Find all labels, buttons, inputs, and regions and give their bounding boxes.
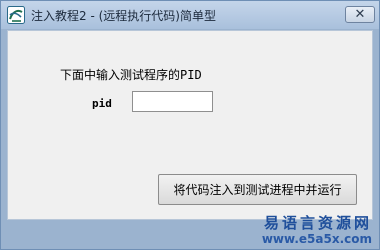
watermark-site-url: www.e5a5x.com: [261, 232, 372, 246]
window-title: 注入教程2 - (远程执行代码)简单型: [31, 9, 216, 23]
title-bar[interactable]: 注入教程2 - (远程执行代码)简单型 ✕: [1, 1, 379, 29]
pid-label: pid: [92, 97, 112, 110]
client-area: 下面中输入测试程序的PID pid 将代码注入到测试进程中并运行: [7, 30, 373, 220]
close-button[interactable]: ✕: [345, 6, 375, 23]
pid-input[interactable]: [132, 91, 213, 112]
site-watermark: 易语言资源网 www.e5a5x.com: [250, 212, 378, 248]
close-icon: ✕: [354, 7, 366, 22]
watermark-site-name: 易语言资源网: [263, 214, 372, 232]
instruction-label: 下面中输入测试程序的PID: [60, 68, 202, 82]
app-logo-icon: [7, 6, 25, 24]
inject-run-button[interactable]: 将代码注入到测试进程中并运行: [158, 174, 357, 205]
